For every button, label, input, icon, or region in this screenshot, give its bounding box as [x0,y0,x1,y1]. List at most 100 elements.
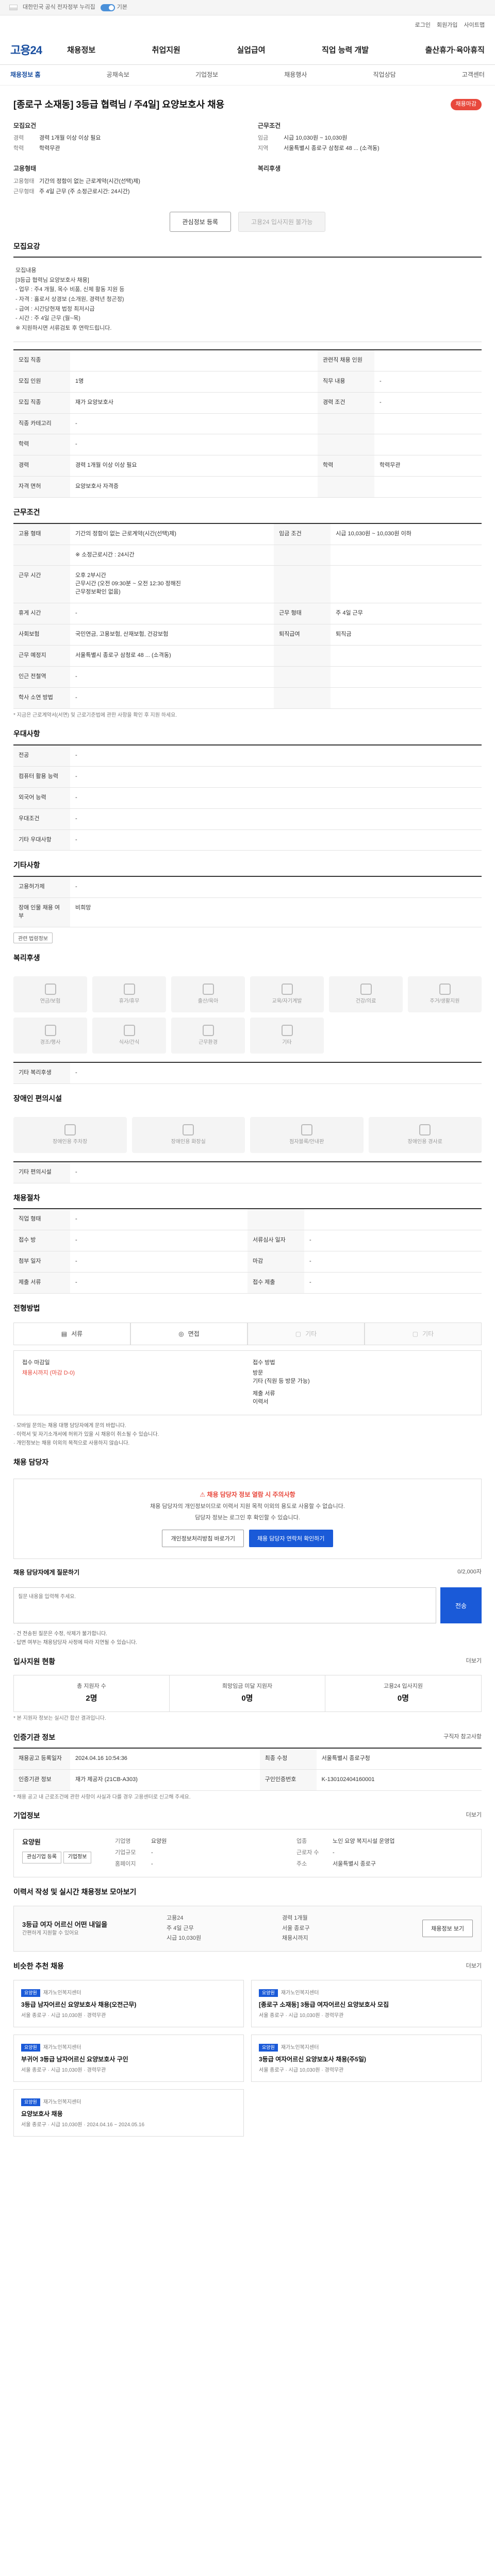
warning-icon: ⚠ [200,1491,207,1499]
table-row: 자격 면허 요양보호사 자격증 [13,476,482,498]
benefit-label: 장애인용 화장실 [171,1139,206,1145]
row-label: 전공 [13,744,70,767]
sitemap-link[interactable]: 사이트맵 [464,22,485,30]
company-info-key: 기업규모 [115,1850,136,1856]
card-meta: 서울 종로구 · 시급 10,030원 · 경력무관 [21,2067,106,2073]
etc-section: 기타사항 고용허가제 - 장애 인물 채용 여부 비희망 관련 법령정보 [13,851,482,943]
card-company: 재가노인복지센터 [280,1990,319,1996]
stat-label: 희망임금 미달 지원자 [222,1683,273,1690]
benefit-tile: 건강/의료 [329,976,403,1012]
subnav-item-events[interactable]: 채용행사 [284,71,307,79]
section-title: 비슷한 추천 채용 [13,1962,64,1971]
row-label [274,645,331,667]
card-tag: 요양원 [21,2098,40,2106]
gnb-item-leave[interactable]: 출산휴가·육아휴직 [425,45,485,56]
benefit-icon [202,983,214,995]
row-value [331,545,482,566]
gnb-item-training[interactable]: 직업 능력 개발 [322,45,369,56]
more-link[interactable]: 더보기 [466,1962,482,1971]
banner-item: 경력 1개월 [282,1914,308,1921]
row-value [331,565,482,604]
apply-button[interactable]: 고용24 입사지원 불가능 [238,211,326,232]
fav-company-button[interactable]: 관심기업 등록 [22,1852,61,1863]
more-link[interactable]: 더보기 [466,1657,482,1666]
subnav-item-home[interactable]: 채용정보 홈 [10,71,41,79]
gnb-item-jobs[interactable]: 채용정보 [67,45,95,56]
card-company: 재가노인복지센터 [43,2044,81,2050]
step-label: 기타 [422,1330,434,1337]
benefit-label: 출산/육아 [197,998,219,1004]
row-value: 시급 10,030원 ~ 10,030원 이하 [331,523,482,545]
section-title: 기업정보 [13,1811,40,1820]
stats-section: 입사지원 현황 더보기 총 지원자 수 2명 희망임금 미달 지원자 0명 고용24 … [13,1647,482,1722]
row-label: 고용 형태 [13,523,70,545]
recommend-card[interactable]: 요양원 재가노인복지센터 3등급 남자어르신 요양보호사 채용(오전근무) 서울 종로… [13,1979,244,2027]
row-value: 학력무관 [374,455,482,477]
row-label [274,666,331,688]
row-label: 채용공고 등록일자 [13,1748,70,1770]
subnav-item-counsel[interactable]: 직업상담 [373,71,396,79]
subnav-item-company[interactable]: 기업정보 [195,71,218,79]
section-title: 기타사항 [13,861,40,870]
contact-alert: ⚠ 채용 담당자 정보 열람 시 주의사항 채용 담당자의 개인정보이므로 이력… [13,1479,482,1559]
signup-link[interactable]: 회원가입 [437,22,457,30]
recommend-card[interactable]: 요양원 재가노인복지센터 3등급 여자어르신 요양보호사 채용(주5일) 서울 종로구… [251,2034,482,2082]
benefit-label: 장애인용 경사로 [407,1139,442,1145]
table-row: 인근 전철역 - [13,666,482,688]
recommend-card[interactable]: 요양원 재가노인복지센터 부귀어 3등급 남자어르신 요양보호사 구인 서울 종로구 … [13,2034,244,2082]
row-label: 경력 조건 [317,392,374,414]
gnb-item-benefits[interactable]: 실업급여 [237,45,265,56]
disabled-extra-value: - [70,1162,482,1184]
company-info-button[interactable]: 기업정보 [63,1852,92,1863]
stat-value: 0명 [241,1694,253,1703]
more-link[interactable]: 더보기 [466,1811,482,1820]
global-nav: 채용정보 취업지원 실업급여 직업 능력 개발 출산휴가·육아휴직 [67,45,485,56]
row-label: 마감 [248,1251,304,1273]
inquiry-send-button[interactable]: 전송 [440,1587,482,1624]
job-title: [종로구 소재동] 3등급 협력님 / 주4일] 요양보호사 채용 [13,99,225,110]
site-logo[interactable]: 고용24 [10,42,67,59]
row-label: 구인인증번호 [259,1769,317,1791]
row-label [317,413,374,435]
inquiry-input[interactable] [13,1587,436,1624]
row-value: ※ 소정근로시간 : 24시간 [70,545,274,566]
sub-nav: 채용정보 홈 공채속보 기업정보 채용행사 직업상담 고객센터 [0,65,495,86]
benefit-icon [439,983,451,995]
stat-label: 고용24 입사지원 [383,1683,423,1690]
summary-value: 주 4일 근무 (주 소정근로시간: 24시간) [39,188,130,195]
toggle-switch-icon [100,4,115,11]
company-info-value: - [151,1850,153,1856]
summary-heading: 근무조건 [258,122,281,130]
benefit-label: 기타 [282,1039,292,1045]
gnb-item-support[interactable]: 취업지원 [152,45,180,56]
benefit-tile: 경조/행사 [13,1017,87,1054]
login-link[interactable]: 로그인 [415,22,431,30]
subnav-item-cs[interactable]: 고객센터 [462,71,485,79]
scrap-button[interactable]: 관심정보 등록 [169,211,232,232]
view-jobs-button[interactable]: 채용정보 보기 [422,1920,473,1938]
recommend-card[interactable]: 요양원 재가노인복지센터 요양보호사 채용 서울 종로구 · 시급 10,030원 ·… [13,2089,244,2137]
summary-value: 학력무관 [39,145,60,152]
more-link[interactable]: 구직자 참고사항 [443,1733,482,1741]
row-label: 고용허가제 [13,876,70,898]
benefit-icon [301,1124,312,1136]
job-actions: 관심정보 등록 고용24 입사지원 불가능 [13,211,482,232]
section-title: 모집요강 [13,242,40,250]
banner-item: 고용24 [167,1914,184,1921]
law-info-button[interactable]: 관련 법령정보 [13,932,53,943]
card-tag: 요양원 [21,1989,40,1997]
row-label: 첨부 일자 [13,1251,70,1273]
privacy-policy-button[interactable]: 개인정보처리방침 바로가기 [162,1529,244,1547]
subnav-item-news[interactable]: 공채속보 [107,71,129,79]
table-row: 학력 - [13,434,482,456]
summary-key: 경력 [13,135,24,142]
theme-toggle[interactable]: 기본 [100,4,127,12]
view-contact-button[interactable]: 채용 담당자 연락처 확인하기 [249,1529,333,1547]
recommend-card[interactable]: 요양원 재가노인복지센터 [종로구 소재동] 3등급 여자어르신 요양보호사 모집 서… [251,1979,482,2027]
row-value: 비희망 [70,897,482,927]
stats-grid: 총 지원자 수 2명 희망임금 미달 지원자 0명 고용24 입사지원 0명 [13,1675,482,1712]
etc-table: 고용허가제 - 장애 인물 채용 여부 비희망 [13,875,482,927]
card-tag: 요양원 [259,1989,278,1997]
banner-item: 주 4일 근무 [167,1925,194,1931]
row-value: - [374,392,482,414]
